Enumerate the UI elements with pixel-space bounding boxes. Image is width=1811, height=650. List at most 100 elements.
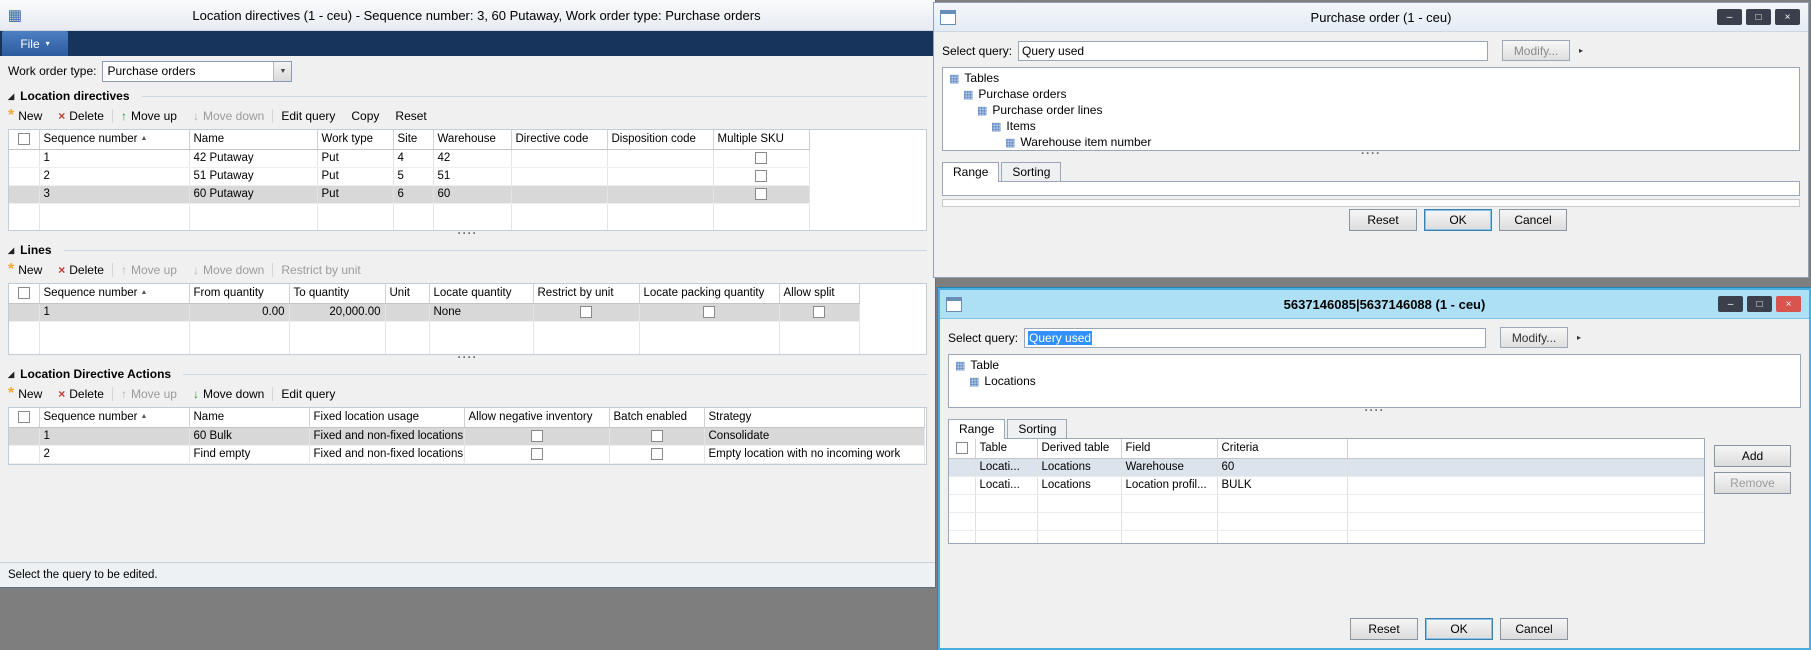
cell-disposition-code[interactable]	[607, 149, 713, 167]
cell-allow-split[interactable]	[779, 303, 859, 321]
cell-criteria[interactable]: BULK	[1217, 476, 1347, 494]
cell-sequence-number[interactable]: 1	[39, 303, 189, 321]
tab-sorting[interactable]: Sorting	[1007, 419, 1067, 438]
reset-button[interactable]: Reset	[1349, 209, 1417, 231]
cell-name[interactable]: Find empty	[189, 445, 309, 463]
row-selector[interactable]	[949, 458, 975, 476]
new-button[interactable]: *New	[8, 263, 50, 277]
reset-button[interactable]: Reset	[387, 109, 434, 123]
tree-item[interactable]: ▦Items	[947, 118, 1795, 134]
table-row[interactable]: 2 Find empty Fixed and non-fixed locatio…	[9, 445, 924, 463]
row-selector[interactable]	[9, 185, 39, 203]
cell-name[interactable]: 60 Putaway	[189, 185, 317, 203]
delete-button[interactable]: ×Delete	[50, 387, 112, 401]
table-row[interactable]: Locati... Locations Location profil... B…	[949, 476, 1704, 494]
column-header-multiple-sku[interactable]: Multiple SKU	[713, 130, 809, 149]
column-header-sequence-number[interactable]: Sequence number▲	[39, 408, 189, 427]
column-header-batch-enabled[interactable]: Batch enabled	[609, 408, 704, 427]
column-header-sequence-number[interactable]: Sequence number▲	[39, 284, 189, 303]
resize-handle[interactable]: ····	[934, 151, 1808, 160]
column-header-sequence-number[interactable]: Sequence number▲	[39, 130, 189, 149]
cell-directive-code[interactable]	[511, 167, 607, 185]
ok-button[interactable]: OK	[1424, 209, 1492, 231]
collapse-icon[interactable]: ◢	[8, 370, 14, 379]
column-header-to-quantity[interactable]: To quantity	[289, 284, 385, 303]
cell-multiple-sku[interactable]	[713, 149, 809, 167]
modify-menu-arrow-icon[interactable]: ▸	[1579, 46, 1583, 55]
column-header-name[interactable]: Name	[189, 408, 309, 427]
tab-range[interactable]: Range	[942, 162, 999, 182]
tab-range[interactable]: Range	[948, 419, 1005, 439]
ok-button[interactable]: OK	[1425, 618, 1493, 640]
cell-multiple-sku[interactable]	[713, 167, 809, 185]
column-header-allow-negative-inventory[interactable]: Allow negative inventory	[464, 408, 609, 427]
work-order-type-combobox[interactable]: Purchase orders ▼	[102, 61, 292, 82]
modify-button[interactable]: Modify...	[1500, 327, 1568, 348]
cell-sequence-number[interactable]: 2	[39, 445, 189, 463]
cell-disposition-code[interactable]	[607, 167, 713, 185]
column-header-from-quantity[interactable]: From quantity	[189, 284, 289, 303]
select-all-checkbox[interactable]	[18, 411, 30, 423]
collapse-icon[interactable]: ◢	[8, 92, 14, 101]
query-input[interactable]: Query used	[1024, 328, 1486, 348]
column-header-table[interactable]: Table	[975, 439, 1037, 458]
resize-handle[interactable]: ····	[940, 408, 1809, 417]
table-row-selected[interactable]: 1 0.00 20,000.00 None	[9, 303, 859, 321]
cell-batch-enabled[interactable]	[609, 427, 704, 445]
remove-button[interactable]: Remove	[1714, 472, 1791, 494]
column-header-work-type[interactable]: Work type	[317, 130, 393, 149]
select-all-cell[interactable]	[9, 130, 39, 149]
cell-field[interactable]: Location profil...	[1121, 476, 1217, 494]
cell-warehouse[interactable]: 60	[433, 185, 511, 203]
multiple-sku-checkbox[interactable]	[755, 152, 767, 164]
move-down-button[interactable]: ↓Move down	[185, 263, 272, 277]
dropdown-arrow-icon[interactable]: ▼	[273, 62, 291, 81]
add-button[interactable]: Add	[1714, 445, 1791, 467]
select-all-cell[interactable]	[9, 284, 39, 303]
move-up-button[interactable]: ↑Move up	[113, 387, 185, 401]
delete-button[interactable]: ×Delete	[50, 263, 112, 277]
new-button[interactable]: *New	[8, 109, 50, 123]
reset-button[interactable]: Reset	[1350, 618, 1418, 640]
cell-unit[interactable]	[385, 303, 429, 321]
select-all-checkbox[interactable]	[956, 442, 968, 454]
copy-button[interactable]: Copy	[343, 109, 387, 123]
table-row[interactable]: 2 51 Putaway Put 5 51	[9, 167, 809, 185]
close-button[interactable]: ×	[1776, 296, 1801, 312]
splitter-handle[interactable]: ····	[0, 231, 935, 240]
cell-field[interactable]: Warehouse	[1121, 458, 1217, 476]
cell-criteria[interactable]: 60	[1217, 458, 1347, 476]
file-menu-button[interactable]: File ▾	[2, 31, 68, 56]
move-up-button[interactable]: ↑Move up	[113, 109, 185, 123]
select-all-cell[interactable]	[9, 408, 39, 427]
cell-work-type[interactable]: Put	[317, 185, 393, 203]
column-header-name[interactable]: Name	[189, 130, 317, 149]
move-down-button[interactable]: ↓Move down	[185, 109, 272, 123]
cell-directive-code[interactable]	[511, 149, 607, 167]
cell-site[interactable]: 5	[393, 167, 433, 185]
tree-item[interactable]: ▦Table	[953, 357, 1796, 373]
select-all-checkbox[interactable]	[18, 133, 30, 145]
cell-locate-quantity[interactable]: None	[429, 303, 533, 321]
cell-name[interactable]: 42 Putaway	[189, 149, 317, 167]
row-selector[interactable]	[9, 303, 39, 321]
multiple-sku-checkbox[interactable]	[755, 170, 767, 182]
cell-from-quantity[interactable]: 0.00	[189, 303, 289, 321]
cell-batch-enabled[interactable]	[609, 445, 704, 463]
multiple-sku-checkbox[interactable]	[755, 188, 767, 200]
dialog-title-bar[interactable]: Purchase order (1 - ceu) – □ ×	[934, 3, 1808, 32]
cell-work-type[interactable]: Put	[317, 167, 393, 185]
column-header-field[interactable]: Field	[1121, 439, 1217, 458]
cell-to-quantity[interactable]: 20,000.00	[289, 303, 385, 321]
column-header-allow-split[interactable]: Allow split	[779, 284, 859, 303]
cell-warehouse[interactable]: 51	[433, 167, 511, 185]
row-selector[interactable]	[9, 167, 39, 185]
column-header-criteria[interactable]: Criteria	[1217, 439, 1347, 458]
cell-restrict-by-unit[interactable]	[533, 303, 639, 321]
title-bar[interactable]: ▦ Location directives (1 - ceu) - Sequen…	[0, 0, 935, 31]
cell-name[interactable]: 51 Putaway	[189, 167, 317, 185]
cell-strategy[interactable]: Empty location with no incoming work	[704, 445, 924, 463]
row-selector[interactable]	[949, 476, 975, 494]
cell-table[interactable]: Locati...	[975, 458, 1037, 476]
cell-derived-table[interactable]: Locations	[1037, 458, 1121, 476]
